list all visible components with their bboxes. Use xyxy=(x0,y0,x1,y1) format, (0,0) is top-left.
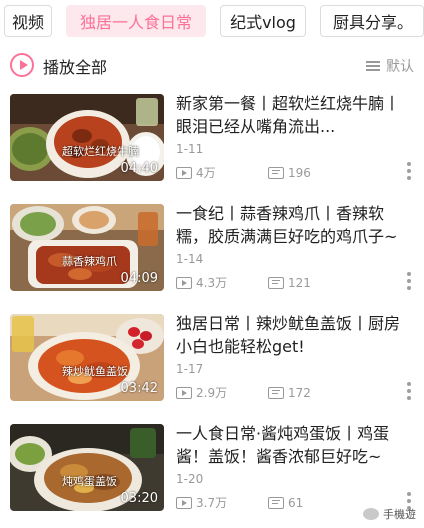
video-date: 1-17 xyxy=(176,362,204,376)
video-info: 独居日常丨辣炒鱿鱼盖饭丨厨房小白也能轻松get! 1-17 2.9万 172 xyxy=(176,312,416,416)
play-count-icon xyxy=(176,276,192,289)
danmaku-count: 196 xyxy=(288,165,311,180)
tab-solo-daily[interactable]: 独居一人食日常 xyxy=(66,5,206,37)
play-count-icon xyxy=(176,386,192,399)
video-title[interactable]: 独居日常丨辣炒鱿鱼盖饭丨厨房小白也能轻松get! xyxy=(176,312,412,358)
thumbnail-caption: 超软烂红烧牛腩 xyxy=(62,145,139,158)
play-all-icon[interactable] xyxy=(10,53,34,77)
video-date: 1-11 xyxy=(176,142,204,156)
tab-videos[interactable]: 视频 xyxy=(4,5,52,37)
video-title[interactable]: 新家第一餐丨超软烂红烧牛腩丨眼泪已经从嘴角流出... xyxy=(176,92,412,138)
view-count: 4.3万 xyxy=(196,276,228,290)
play-count-icon xyxy=(176,496,192,509)
video-thumbnail[interactable]: 辣炒鱿鱼盖饭 03:42 xyxy=(10,314,164,401)
video-list: 超软烂红烧牛腩 04:40 新家第一餐丨超软烂红烧牛腩丨眼泪已经从嘴角流出...… xyxy=(0,92,424,528)
more-options-icon[interactable] xyxy=(407,382,411,402)
video-date: 1-20 xyxy=(176,472,204,486)
sort-list-icon xyxy=(366,61,380,71)
video-title[interactable]: 一食纪丨蒜香辣鸡爪丨香辣软糯，胶质满满巨好吃的鸡爪子~ xyxy=(176,202,412,248)
video-title[interactable]: 一人食日常·酱炖鸡蛋饭丨鸡蛋酱！盖饭！酱香浓郁巨好吃~ xyxy=(176,422,412,468)
video-duration: 03:20 xyxy=(120,491,158,506)
thumbnail-caption: 辣炒鱿鱼盖饭 xyxy=(62,365,128,378)
danmaku-count: 61 xyxy=(288,495,304,510)
view-count: 4万 xyxy=(196,166,216,180)
tab-label: 纪式vlog xyxy=(230,13,296,32)
video-stats: 4万 196 xyxy=(176,164,360,181)
sort-button[interactable]: 默认 xyxy=(366,56,414,76)
tab-vlog[interactable]: 纪式vlog xyxy=(220,5,306,37)
more-options-icon[interactable] xyxy=(407,162,411,182)
tab-bar: 视频 独居一人食日常 纪式vlog 厨具分享。 xyxy=(0,0,424,44)
tab-label: 厨具分享。 xyxy=(333,13,414,32)
tab-label: 视频 xyxy=(11,13,44,32)
danmaku-icon xyxy=(268,276,284,289)
video-info: 新家第一餐丨超软烂红烧牛腩丨眼泪已经从嘴角流出... 1-11 4万 196 xyxy=(176,92,416,196)
video-item[interactable]: 蒜香辣鸡爪 04:09 一食纪丨蒜香辣鸡爪丨香辣软糯，胶质满满巨好吃的鸡爪子~ … xyxy=(0,202,424,312)
thumbnail-caption: 蒜香辣鸡爪 xyxy=(62,255,117,268)
thumbnail-caption: 炖鸡蛋盖饭 xyxy=(62,475,117,488)
video-stats: 4.3万 121 xyxy=(176,274,360,291)
sort-label: 默认 xyxy=(386,59,414,75)
video-item[interactable]: 超软烂红烧牛腩 04:40 新家第一餐丨超软烂红烧牛腩丨眼泪已经从嘴角流出...… xyxy=(0,92,424,202)
video-info: 一食纪丨蒜香辣鸡爪丨香辣软糯，胶质满满巨好吃的鸡爪子~ 1-14 4.3万 12… xyxy=(176,202,416,306)
view-count: 2.9万 xyxy=(196,386,228,400)
video-duration: 04:40 xyxy=(120,161,158,176)
danmaku-icon xyxy=(268,166,284,179)
tab-cookware[interactable]: 厨具分享。 xyxy=(320,5,424,37)
view-count: 3.7万 xyxy=(196,496,228,510)
video-duration: 03:42 xyxy=(120,381,158,396)
play-all-button[interactable]: 播放全部 xyxy=(43,54,107,78)
playlist-header: 播放全部 默认 xyxy=(0,48,424,84)
video-duration: 04:09 xyxy=(120,271,158,286)
video-stats: 2.9万 172 xyxy=(176,384,360,401)
video-thumbnail[interactable]: 超软烂红烧牛腩 04:40 xyxy=(10,94,164,181)
watermark-text: 手機遊 xyxy=(383,508,416,521)
danmaku-count: 121 xyxy=(288,275,311,290)
danmaku-count: 172 xyxy=(288,385,311,400)
video-item[interactable]: 炖鸡蛋盖饭 03:20 一人食日常·酱炖鸡蛋饭丨鸡蛋酱！盖饭！酱香浓郁巨好吃~ … xyxy=(0,422,424,528)
watermark-logo-icon xyxy=(363,508,379,520)
video-date: 1-14 xyxy=(176,252,204,266)
more-options-icon[interactable] xyxy=(407,272,411,292)
play-count-icon xyxy=(176,166,192,179)
video-thumbnail[interactable]: 炖鸡蛋盖饭 03:20 xyxy=(10,424,164,511)
danmaku-icon xyxy=(268,386,284,399)
tab-label: 独居一人食日常 xyxy=(79,13,192,32)
watermark: 手機遊 xyxy=(363,506,416,522)
danmaku-icon xyxy=(268,496,284,509)
video-thumbnail[interactable]: 蒜香辣鸡爪 04:09 xyxy=(10,204,164,291)
video-stats: 3.7万 61 xyxy=(176,494,360,511)
video-item[interactable]: 辣炒鱿鱼盖饭 03:42 独居日常丨辣炒鱿鱼盖饭丨厨房小白也能轻松get! 1-… xyxy=(0,312,424,422)
